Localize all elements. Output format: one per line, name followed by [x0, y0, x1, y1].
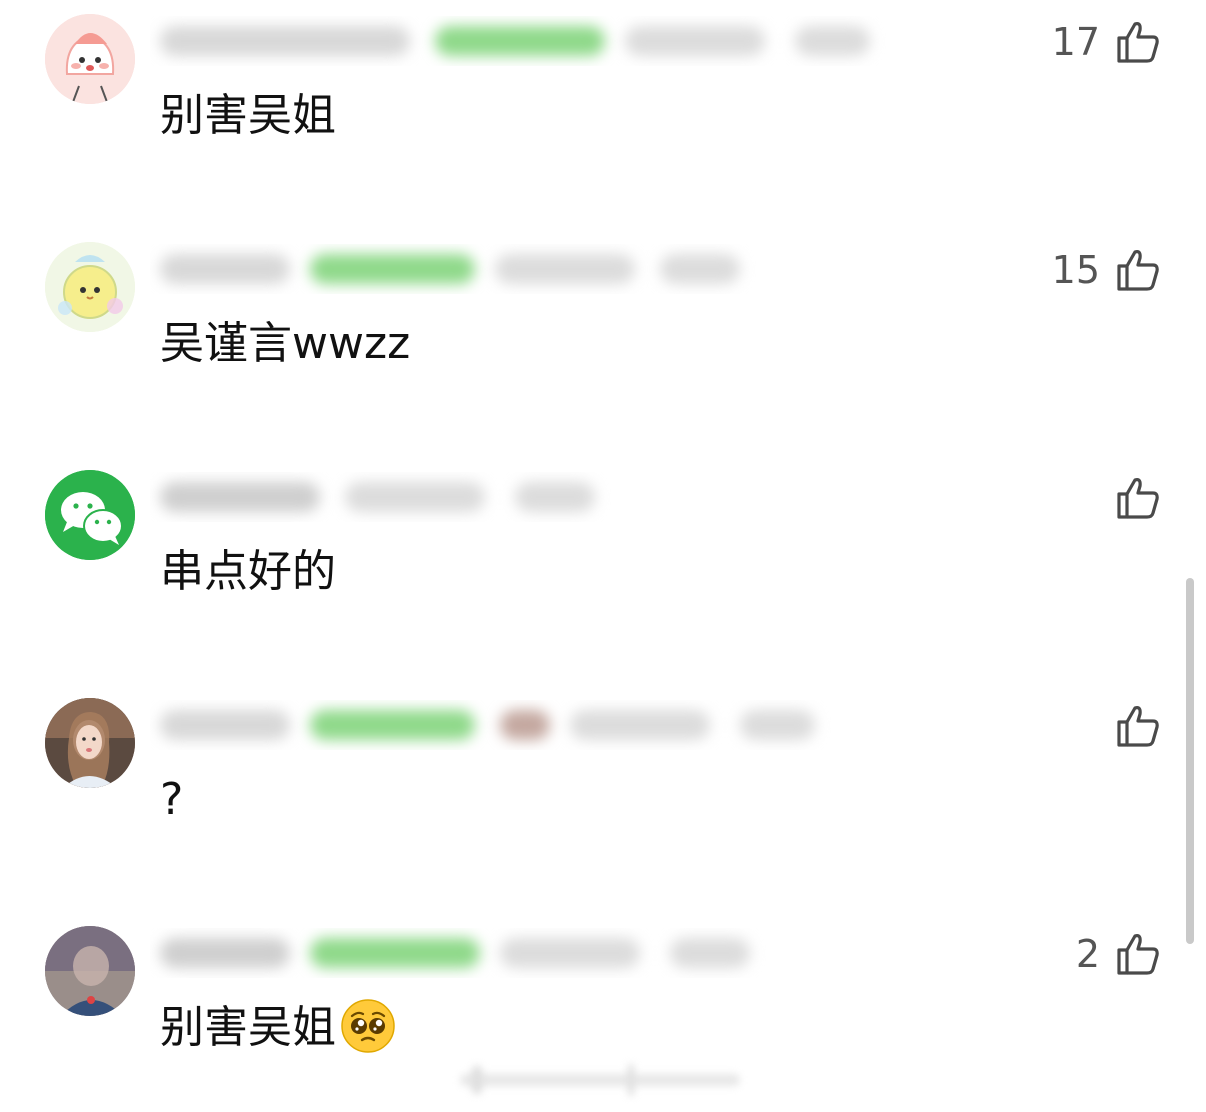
- avatar[interactable]: [45, 926, 135, 1016]
- comment-text: 别害吴姐: [160, 999, 396, 1056]
- comment-meta-redacted: [150, 472, 910, 522]
- like-count: 15: [1051, 248, 1100, 292]
- avatar-pink-creature-icon: [45, 14, 135, 104]
- list-item: 别害吴姐 17: [0, 0, 1206, 200]
- like-button[interactable]: [1100, 698, 1162, 754]
- comment-text-content: 别害吴姐: [160, 1002, 336, 1053]
- thumbs-up-icon: [1117, 934, 1159, 975]
- avatar[interactable]: [45, 470, 135, 560]
- pleading-face-emoji-icon: [341, 999, 395, 1053]
- comment-text: 吴谨言wwzz: [160, 318, 411, 369]
- watermark-smudge: [460, 1064, 740, 1096]
- comment-meta-redacted: [150, 16, 910, 66]
- list-item: ?: [0, 684, 1206, 884]
- thumbs-up-icon: [1117, 478, 1159, 519]
- comment-text: 串点好的: [160, 546, 336, 597]
- vertical-scrollbar[interactable]: [1186, 578, 1194, 944]
- avatar-photo-person-icon: [45, 926, 135, 1016]
- avatar[interactable]: [45, 14, 135, 104]
- avatar[interactable]: [45, 242, 135, 332]
- comment-text: 别害吴姐: [160, 90, 336, 141]
- like-count: 2: [1075, 932, 1100, 976]
- like-count: 17: [1051, 20, 1100, 64]
- comment-meta-redacted: [150, 244, 910, 294]
- avatar-photo-person-icon: [45, 698, 135, 788]
- avatar-wechat-icon: [45, 470, 135, 560]
- comment-text: ?: [160, 774, 184, 825]
- comment-meta-redacted: [150, 700, 910, 750]
- like-button[interactable]: 15: [1052, 242, 1162, 298]
- like-button[interactable]: 2: [1076, 926, 1162, 982]
- avatar-yellow-chick-icon: [45, 242, 135, 332]
- list-item: 吴谨言wwzz 15: [0, 228, 1206, 428]
- comment-meta-redacted: [150, 928, 910, 978]
- list-item: 串点好的: [0, 456, 1206, 656]
- like-button[interactable]: [1100, 470, 1162, 526]
- like-button[interactable]: 17: [1052, 14, 1162, 70]
- thumbs-up-icon: [1117, 22, 1159, 63]
- avatar[interactable]: [45, 698, 135, 788]
- thumbs-up-icon: [1117, 250, 1159, 291]
- thumbs-up-icon: [1117, 706, 1159, 747]
